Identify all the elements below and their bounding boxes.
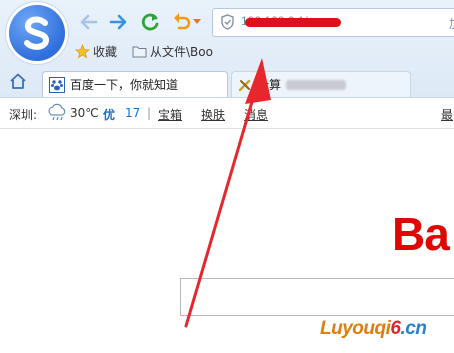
- tab-label: 百度一下，你就知道: [70, 78, 179, 92]
- watermark-part3: .cn: [400, 318, 427, 339]
- home-button[interactable]: [9, 73, 27, 93]
- sogou-s-icon: [24, 16, 50, 50]
- arrow-right-icon: [109, 14, 127, 30]
- latest-link[interactable]: 最: [441, 106, 453, 123]
- star-icon: [75, 44, 90, 59]
- baidu-logo: Ba: [392, 208, 450, 260]
- tab-label-blurred: [286, 79, 347, 90]
- watermark-part2: 6: [390, 318, 401, 339]
- info-bar: 深圳: 30℃ 优 17 | 宝箱 换肤 消息 最: [0, 98, 454, 129]
- messages-link[interactable]: 消息: [244, 106, 268, 123]
- favorites-label: 收藏: [93, 45, 118, 59]
- baidu-paw-icon: [49, 76, 65, 93]
- folder-icon: [132, 46, 147, 58]
- shield-icon: [221, 14, 234, 34]
- arrow-left-icon: [80, 14, 98, 30]
- favorites-button[interactable]: 收藏: [75, 43, 117, 60]
- browser-logo[interactable]: [9, 5, 65, 61]
- air-quality-label[interactable]: 优: [103, 106, 115, 123]
- bookmark-folder[interactable]: 从文件\Boo: [132, 43, 213, 60]
- add-favorite-label[interactable]: 加: [449, 15, 454, 32]
- watermark: Luyouqi6.cn: [320, 318, 427, 340]
- url-redaction: [245, 18, 341, 27]
- refresh-button[interactable]: [138, 11, 162, 33]
- tools-icon: [238, 79, 251, 91]
- refresh-icon: [141, 13, 159, 31]
- tab-label: 计算: [257, 78, 282, 92]
- search-input[interactable]: [180, 278, 454, 316]
- chevron-down-icon: [193, 19, 201, 24]
- tab-baidu[interactable]: 百度一下，你就知道: [42, 71, 228, 97]
- temperature-value: 30℃: [70, 106, 99, 120]
- skin-link[interactable]: 换肤: [201, 106, 225, 123]
- weather-cloud-icon[interactable]: [46, 103, 68, 124]
- back-button[interactable]: [76, 11, 100, 33]
- home-icon: [10, 73, 26, 89]
- city-label: 深圳:: [9, 108, 38, 122]
- bookmark-folder-label: 从文件\Boo: [150, 45, 213, 59]
- separator: |: [147, 106, 152, 120]
- treasure-link[interactable]: 宝箱: [158, 106, 182, 123]
- address-bar[interactable]: 192.168.0.1/ 加: [212, 8, 454, 37]
- undo-close-button[interactable]: [169, 11, 203, 33]
- undo-icon: [174, 13, 191, 30]
- tab-calculator[interactable]: 计算: [231, 71, 411, 97]
- air-quality-value: 17: [125, 106, 141, 120]
- watermark-part1: Luyouqi: [320, 318, 391, 339]
- forward-button[interactable]: [107, 11, 131, 33]
